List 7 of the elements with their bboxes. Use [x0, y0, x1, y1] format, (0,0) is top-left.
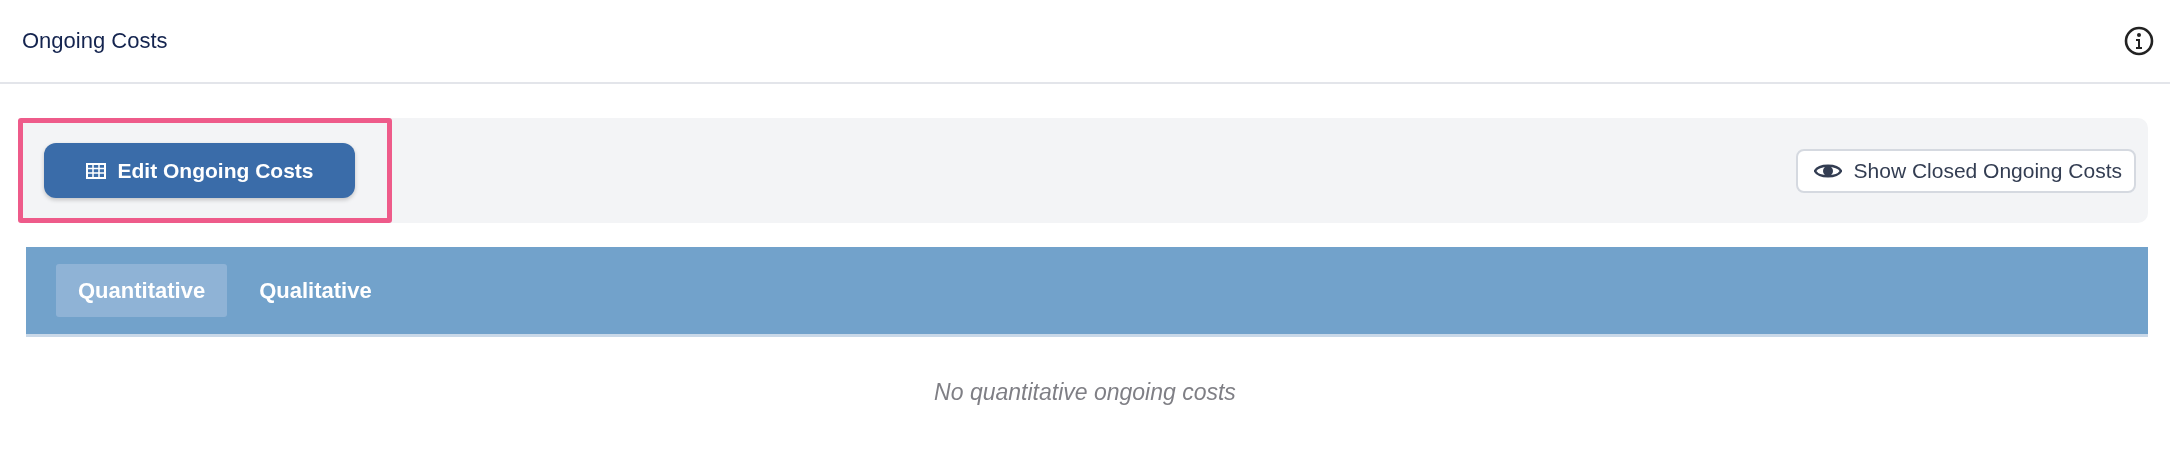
tab[interactable]: Qualitative — [237, 264, 394, 317]
show-closed-button[interactable]: Show Closed Ongoing Costs — [1795, 148, 2136, 193]
empty-message: No quantitative ongoing costs — [933, 379, 1237, 406]
table-icon — [85, 162, 106, 179]
panel-title: Ongoing Costs — [22, 28, 168, 54]
edit-costs-button[interactable]: Edit Ongoing Costs — [44, 143, 355, 198]
info-icon[interactable] — [2124, 26, 2154, 56]
